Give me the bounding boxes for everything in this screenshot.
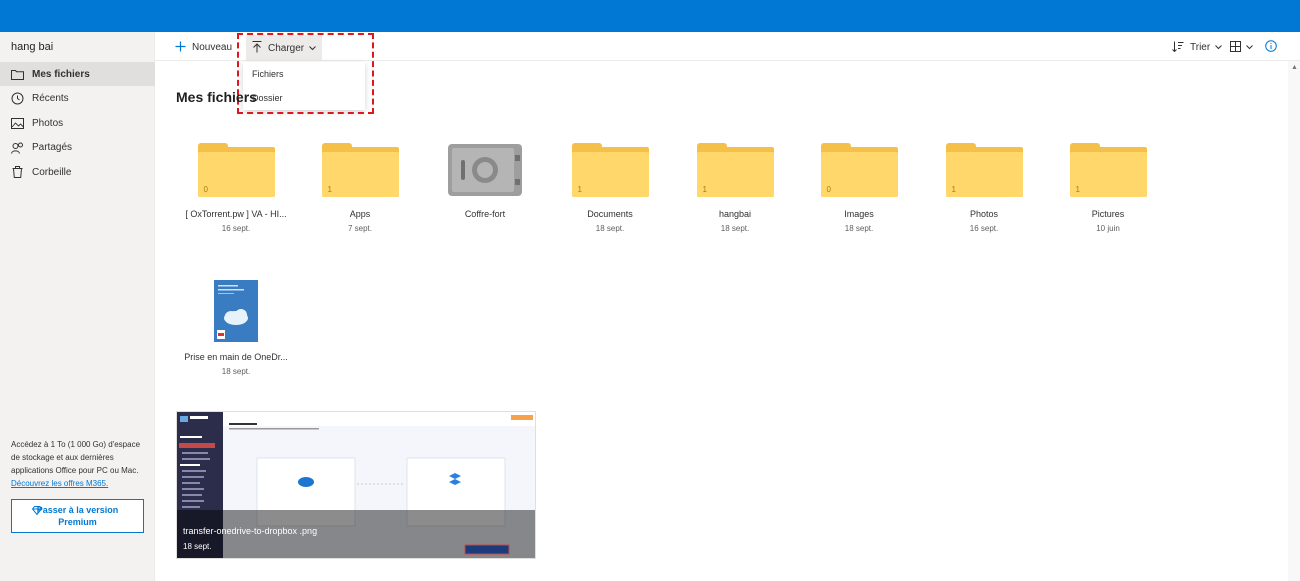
page-title: Mes fichiers (176, 89, 257, 105)
file-tile[interactable]: Prise en main de OneDr... 18 sept. (174, 280, 298, 376)
folder-icon: 1 (1069, 143, 1147, 197)
image-file-date: 18 sept. (183, 542, 212, 551)
item-date: 18 sept. (595, 224, 625, 233)
item-date: 18 sept. (844, 224, 874, 233)
item-name: Images (844, 209, 874, 219)
folder-icon: 0 (197, 143, 275, 197)
item-name: Apps (349, 209, 371, 219)
item-name: Prise en main de OneDr... (184, 352, 288, 362)
new-button-label: Nouveau (192, 42, 233, 53)
item-count: 1 (327, 185, 332, 194)
upload-folder-item[interactable]: Dossier (243, 86, 365, 110)
item-date: 16 sept. (969, 224, 999, 233)
folder-tile[interactable]: 1 Documents 18 sept. (548, 143, 672, 233)
folder-icon (10, 67, 24, 81)
folder-tile[interactable]: 0 [ OxTorrent.pw ] VA - HI... 16 sept. (174, 143, 298, 233)
item-count: 0 (203, 185, 208, 194)
item-count: 1 (1075, 185, 1080, 194)
trash-icon (10, 165, 24, 179)
premium-button-label: Passer à la version Premium (36, 505, 119, 527)
folder-tile[interactable]: 1 hangbai 18 sept. (673, 143, 797, 233)
item-name: Documents (587, 209, 633, 219)
upload-files-item[interactable]: Fichiers (243, 62, 365, 86)
sidebar-item-label: Corbeille (32, 166, 72, 178)
screenshot-thumbnail (177, 412, 535, 558)
vault-tile[interactable]: Coffre-fort (423, 143, 547, 219)
sort-button-label: Trier (1190, 42, 1211, 53)
info-button[interactable] (1265, 38, 1277, 57)
chevron-down-icon (1246, 42, 1253, 53)
upload-icon (252, 40, 262, 56)
sort-icon (1172, 41, 1184, 55)
folder-icon: 1 (945, 143, 1023, 197)
folder-tile[interactable]: 1 Apps 7 sept. (298, 143, 422, 233)
upload-button-label: Charger (268, 42, 305, 54)
item-date: 18 sept. (720, 224, 750, 233)
photo-icon (10, 116, 24, 130)
folder-icon: 1 (696, 143, 774, 197)
document-thumbnail (214, 280, 258, 342)
folder-tile[interactable]: 0 Images 18 sept. (797, 143, 921, 233)
folder-tile[interactable]: 1 Pictures 10 juin (1046, 143, 1170, 233)
grid-view-icon (1230, 40, 1241, 55)
sidebar-item-recents[interactable]: Récents (0, 87, 155, 111)
view-switch-button[interactable] (1230, 38, 1253, 57)
sidebar-item-label: Mes fichiers (32, 68, 90, 80)
premium-button[interactable]: Passer à la version Premium (11, 499, 144, 533)
item-name: Coffre-fort (464, 209, 506, 219)
folder-icon: 1 (571, 143, 649, 197)
sidebar-item-partages[interactable]: Partagés (0, 136, 155, 160)
scroll-up-arrow-icon[interactable]: ▲ (1291, 64, 1298, 71)
offers-link[interactable]: Découvrez les offres M365. (11, 479, 108, 488)
command-bar: Nouveau Charger Trier (155, 32, 1300, 61)
sort-button[interactable]: Trier (1172, 38, 1223, 57)
shared-icon (10, 141, 24, 155)
item-date: 16 sept. (221, 224, 251, 233)
sidebar-item-label: Récents (32, 93, 69, 104)
item-name: Photos (969, 209, 999, 219)
chevron-down-icon (309, 43, 316, 54)
promo-text: Accédez à 1 To (1 000 Go) d'espace de st… (11, 440, 141, 475)
vault-icon (447, 143, 523, 197)
item-count: 1 (577, 185, 582, 194)
new-button[interactable]: Nouveau (175, 38, 232, 57)
storage-promo: Accédez à 1 To (1 000 Go) d'espace de st… (11, 438, 146, 490)
upload-menu: Fichiers Dossier (243, 62, 365, 110)
diamond-icon (31, 506, 43, 518)
image-file-name: transfer-onedrive-to-dropbox .png (183, 526, 318, 536)
item-date: 10 juin (1096, 224, 1120, 233)
image-file-tile[interactable]: transfer-onedrive-to-dropbox .png 18 sep… (176, 411, 536, 559)
folder-tile[interactable]: 1 Photos 16 sept. (922, 143, 1046, 233)
folder-icon: 1 (321, 143, 399, 197)
recent-icon (10, 92, 24, 106)
item-count: 0 (826, 185, 831, 194)
user-name: hang bai (11, 41, 54, 53)
item-name: [ OxTorrent.pw ] VA - HI... (185, 209, 287, 219)
folder-icon: 0 (820, 143, 898, 197)
sidebar-item-photos[interactable]: Photos (0, 111, 155, 135)
item-count: 1 (951, 185, 956, 194)
sidebar-nav: Mes fichiers Récents Photos Partagés Cor… (0, 62, 155, 185)
sidebar-item-label: Partagés (32, 142, 73, 153)
sidebar-item-label: Photos (32, 117, 64, 129)
item-name: hangbai (718, 209, 752, 219)
sidebar-item-mes-fichiers[interactable]: Mes fichiers (0, 62, 155, 86)
top-bar (0, 0, 1300, 32)
scrollbar[interactable] (1288, 61, 1300, 581)
plus-icon (175, 41, 186, 55)
upload-button[interactable]: Charger (246, 35, 323, 61)
sidebar-item-corbeille[interactable]: Corbeille (0, 160, 155, 184)
item-count: 1 (702, 185, 707, 194)
info-icon (1265, 40, 1277, 55)
item-name: Pictures (1091, 209, 1125, 219)
item-date: 18 sept. (221, 367, 251, 376)
chevron-down-icon (1215, 42, 1223, 53)
item-date: 7 sept. (347, 224, 372, 233)
